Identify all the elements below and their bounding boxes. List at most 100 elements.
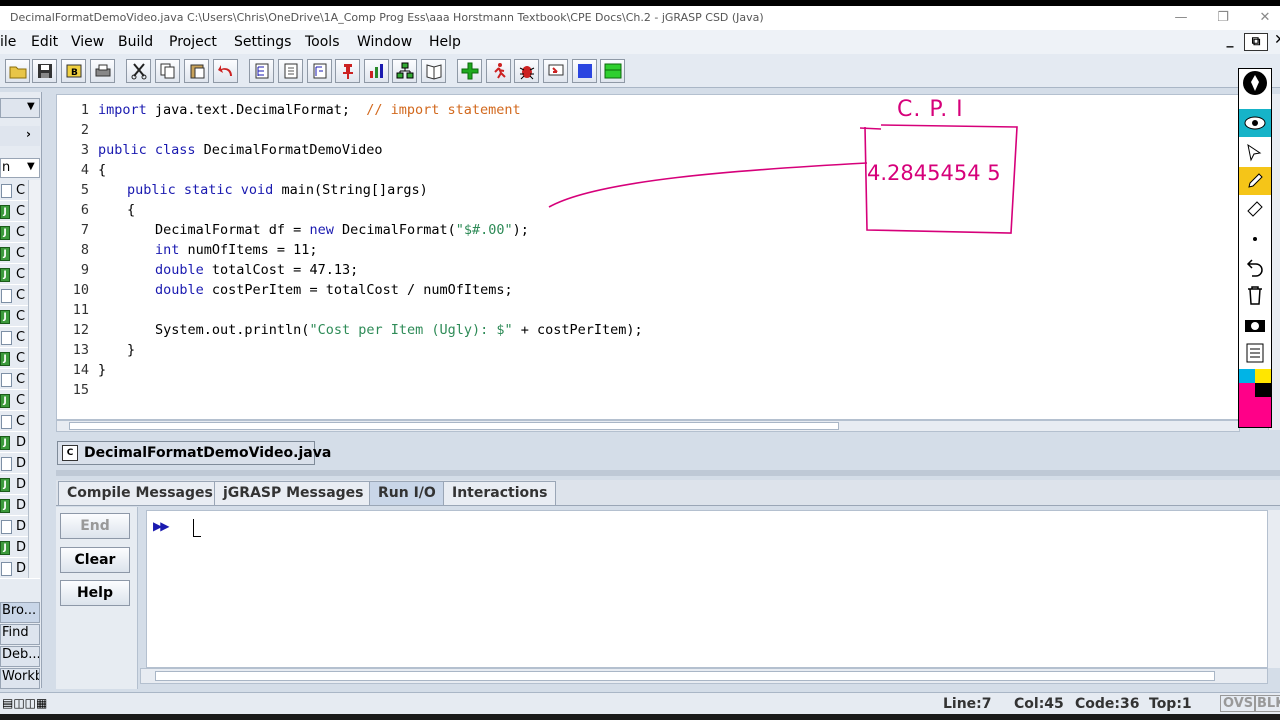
code-text: } [98,362,107,378]
menu-file[interactable]: ile [0,34,16,50]
file-icon [1,415,12,429]
console-vertical-scrollbar[interactable] [1268,510,1280,668]
annotation-heading: C. P. I [897,97,964,122]
editor-horizontal-scrollbar[interactable] [56,420,1240,432]
title-bar: DecimalFormatDemoVideo.java C:\Users\Chr… [0,6,1280,30]
pencil-icon[interactable] [1239,167,1271,195]
tab-compile-messages[interactable]: Compile Messages [58,481,222,505]
line-number: 14 [72,362,89,378]
help-button[interactable]: Help [60,580,130,606]
code-line: 10 double costPerItem = totalCost / numOf… [57,280,1237,300]
browse-icon[interactable]: B [61,59,86,83]
browse-scrollbar[interactable] [28,180,40,578]
keyword: int [155,242,180,258]
workbench-tab[interactable]: Workb [0,668,40,689]
file-name: D [16,519,27,534]
tab-interactions[interactable]: Interactions [443,481,557,505]
pen-logo-icon[interactable] [1239,69,1271,97]
splitter[interactable] [56,470,1280,476]
uml-icon[interactable] [392,59,417,83]
trash-icon[interactable] [1239,281,1271,309]
restore-button[interactable]: ❐ [1208,10,1238,25]
color-black-swatch[interactable] [1255,383,1271,397]
open-folder-icon[interactable] [5,59,30,83]
folding-icon[interactable] [307,59,332,83]
workbench-icon[interactable] [600,59,625,83]
camera-icon[interactable] [1239,311,1271,339]
browse-combo[interactable]: ▼ [0,98,40,118]
save-icon[interactable] [32,59,57,83]
remove-csd-icon[interactable] [278,59,303,83]
color-yellow-swatch[interactable] [1255,369,1271,383]
tab-run-io[interactable]: Run I/O [369,481,445,505]
eye-icon[interactable] [1239,109,1271,137]
tab-jgrasp-messages[interactable]: jGRASP Messages [214,481,373,505]
code-line: 9 double totalCost = 47.13; [57,260,1237,280]
mdi-restore-button[interactable]: ⧉ [1244,33,1268,51]
code-text: DecimalFormat df = [155,222,310,238]
undo-icon[interactable] [1239,253,1271,281]
copy-icon[interactable] [155,59,180,83]
menu-window[interactable]: Window [357,34,412,50]
file-icon [1,184,12,198]
line-number: 6 [80,202,89,218]
mdi-minimize-button[interactable]: _ [1218,32,1242,52]
eraser-icon[interactable] [1239,195,1271,223]
scroll-thumb[interactable] [155,671,1215,681]
color-magenta-swatch[interactable] [1239,383,1255,427]
file-name: C [16,309,26,324]
book-icon[interactable] [421,59,446,83]
print-icon[interactable] [90,59,115,83]
generate-csd-icon[interactable] [249,59,274,83]
file-tab[interactable]: C DecimalFormatDemoVideo.java [57,441,331,465]
debug-tab[interactable]: Deb... [0,646,40,667]
console-horizontal-scrollbar[interactable] [140,668,1268,684]
menu-view[interactable]: View [71,34,104,50]
end-button[interactable]: End [60,513,130,539]
code-text: DecimalFormat( [333,222,456,238]
code-line: 13} [57,340,1237,360]
browse-nav[interactable]: › [0,126,40,146]
compile-icon[interactable] [457,59,482,83]
cut-icon[interactable] [126,59,151,83]
code-text: numOfItems = 11; [179,242,318,258]
code-editor[interactable]: 1 import java.text.DecimalFormat; // impo… [56,94,1240,420]
java-file-icon: J [0,499,10,513]
viewer-icon[interactable] [572,59,597,83]
layout-icon[interactable]: ▤◫◫▦ [2,696,47,710]
scroll-thumb[interactable] [69,422,839,430]
menu-bar: ile Edit View Build Project Settings Too… [0,30,1280,54]
menu-help[interactable]: Help [429,34,461,50]
menu-edit[interactable]: Edit [31,34,58,50]
undo-icon[interactable] [213,59,238,83]
keyword: public class [98,142,196,158]
color-selected-swatch[interactable] [1255,397,1271,427]
chart-icon[interactable] [364,59,389,83]
notes-icon[interactable] [1239,339,1271,367]
filter-combo[interactable]: n ▼ [0,158,40,178]
menu-build[interactable]: Build [118,34,153,50]
code-text: costPerItem = totalCost / numOfItems; [203,282,513,298]
pointer-icon[interactable] [1239,139,1271,167]
run-io-console[interactable]: ▶▶ [146,510,1268,668]
file-name: C [16,288,26,303]
menu-settings[interactable]: Settings [234,34,291,50]
clear-button[interactable]: Clear [60,547,130,573]
find-tab[interactable]: Find [0,624,40,645]
mdi-close-button[interactable]: ✕ [1268,32,1280,52]
color-cyan-swatch[interactable] [1239,369,1255,383]
menu-project[interactable]: Project [169,34,217,50]
browse-tab[interactable]: Bro... [0,602,40,623]
paste-icon[interactable] [184,59,209,83]
step-icon[interactable] [543,59,568,83]
dot-icon[interactable] [1239,225,1271,253]
minimize-button[interactable]: — [1166,10,1196,25]
breakpoint-icon[interactable] [335,59,360,83]
chevron-down-icon: ▼ [27,101,35,112]
keyword: new [309,222,334,238]
debug-icon[interactable] [514,59,539,83]
menu-tools[interactable]: Tools [305,34,340,50]
run-icon[interactable] [486,59,511,83]
code-line: 12 System.out.println("Cost per Item (Ugl… [57,320,1237,340]
close-button[interactable]: ✕ [1250,10,1280,25]
